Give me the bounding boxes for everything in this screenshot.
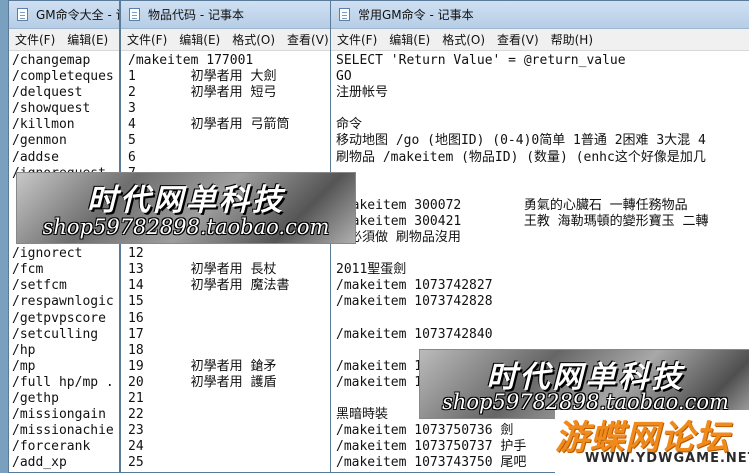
site-logo-url: WWW.YDWGAME.NET (585, 451, 749, 466)
text-line: /changemap (12, 53, 91, 68)
text-line: 21 (128, 390, 144, 406)
text-line: 24 (128, 439, 144, 455)
menu-view[interactable]: 查看(V) (281, 31, 335, 48)
text-line: 2 初學者用 短弓 (128, 85, 277, 101)
text-line: 17 (128, 326, 144, 342)
text-line (336, 166, 749, 182)
text-area[interactable]: /changemap/completeques/delquest/showque… (9, 51, 119, 472)
text-line: /getpvpscore (12, 310, 106, 326)
text-line: 2011聖蛋劍 (336, 262, 407, 278)
title-bar[interactable]: 物品代码 - 记事本 (121, 1, 337, 29)
notepad-icon (127, 7, 143, 23)
menu-edit[interactable]: 编辑(E) (383, 31, 436, 48)
text-line (336, 101, 749, 117)
menu-bar: 文件(F) 编辑(E) (9, 29, 119, 51)
text-line: /missionachie (12, 423, 114, 439)
title-bar[interactable]: 常用GM命令 - 记事本 (331, 1, 749, 29)
text-line: /makeitem 1073742840 (336, 326, 493, 342)
text-line: /showquest (12, 101, 91, 117)
watermark-title: 时代网单科技 (87, 183, 285, 218)
menu-file[interactable]: 文件(F) (121, 31, 173, 48)
watermark-shop: shop59782898.taobao.com (42, 215, 330, 239)
text-line: /gethp (12, 390, 59, 406)
text-line: /mp (12, 358, 36, 374)
watermark-banner: 时代网单科技 shop59782898.taobao.com (419, 349, 749, 419)
text-line: /delquest (12, 85, 83, 101)
text-line: 6 (128, 149, 136, 165)
text-line: /full hp/mp . (12, 374, 114, 390)
text-line: /completeques (12, 69, 114, 85)
text-line: /makeitem 1073742828 (336, 294, 493, 310)
text-line: 16 (128, 310, 144, 326)
text-line: /makeitem 300072 勇氣的心臟石 一轉任務物品 (336, 197, 688, 213)
text-line: 25 (128, 455, 144, 471)
text-line: 14 初學者用 魔法書 (128, 278, 290, 294)
menu-bar: 文件(F) 编辑(E) 格式(O) 查看(V) (121, 29, 337, 51)
text-line: 轉必須做 刷物品沒用 (336, 230, 461, 246)
text-line: /respawnlogic (12, 294, 114, 310)
text-line: GO (336, 69, 352, 85)
text-line: SELECT 'Return Value' = @return_value (336, 53, 626, 68)
menu-help[interactable]: 帮助(H) (545, 31, 599, 48)
text-line: /makeitem 177001 (128, 53, 254, 68)
watermark-banner: 时代网单科技 shop59782898.taobao.com (16, 172, 356, 244)
text-line: 15 (128, 294, 144, 310)
menu-edit[interactable]: 编辑(E) (173, 31, 226, 48)
text-line: 5 (128, 133, 136, 149)
window-title: 物品代码 - 记事本 (148, 8, 244, 22)
text-line (336, 311, 749, 327)
text-line: /hp (12, 342, 36, 358)
notepad-icon (15, 7, 31, 23)
text-line: /missiongain (12, 407, 106, 423)
menu-format[interactable]: 格式(O) (436, 31, 491, 48)
text-line: 22 (128, 407, 144, 423)
notepad-icon (337, 7, 353, 23)
text-line (336, 246, 749, 262)
text-line: /killmon (12, 117, 75, 133)
window-title: 常用GM命令 - 记事本 (358, 8, 474, 22)
text-line: 13 初學者用 長杖 (128, 262, 277, 278)
text-line: 命令 (336, 117, 363, 133)
menu-view[interactable]: 查看(V) (491, 31, 545, 48)
menu-file[interactable]: 文件(F) (9, 31, 61, 48)
menu-edit[interactable]: 编辑(E) (61, 31, 114, 48)
text-line: 刷物品 /makeitem (物品ID) (数量) (enhc这个好像是加几 (336, 149, 706, 165)
text-line: 12 (128, 246, 144, 262)
title-bar[interactable]: GM命令大全 - 记 (9, 1, 119, 29)
menu-format[interactable]: 格式(O) (226, 31, 281, 48)
text-line: 23 (128, 423, 144, 439)
site-logo: 游蝶网论坛 WWW.YDWGAME.NET (555, 410, 749, 473)
menu-file[interactable]: 文件(F) (331, 31, 383, 48)
window-title: GM命令大全 - 记 (36, 8, 120, 22)
text-line: /setculling (12, 326, 99, 342)
text-line: 3 (128, 101, 136, 117)
text-line: /forcerank (12, 439, 91, 455)
text-line: /makeitem 300421 王教 海勒瑪頓的變形寶玉 二轉 (336, 213, 709, 229)
text-line: /addse (12, 149, 59, 165)
menu-bar: 文件(F) 编辑(E) 格式(O) 查看(V) 帮助(H) (331, 29, 749, 51)
text-line: 1 初學者用 大劍 (128, 69, 277, 85)
text-line: /ignorect (12, 246, 83, 262)
text-line: 19 初學者用 鎗矛 (128, 358, 277, 374)
text-line: 20 初學者用 護盾 (128, 374, 277, 390)
text-line: 18 (128, 342, 144, 358)
text-line: /fcm (12, 262, 44, 278)
text-area[interactable]: /makeitem 177001 1 初學者用 大劍 2 初學者用 短弓 3 4 初學者… (121, 51, 337, 472)
text-line: 4 初學者用 弓箭筒 (128, 117, 290, 133)
text-line: /setfcm (12, 278, 67, 294)
text-line: /genmon (12, 133, 67, 149)
text-line: 移动地图 /go (地图ID) (0-4)0简单 1普通 2困难 3大混 4 (336, 133, 706, 149)
text-line: /makeitem 1073742827 (336, 278, 493, 294)
text-line: 注册帐号 (336, 85, 389, 101)
text-line: /add_xp (12, 455, 67, 471)
text-line (336, 182, 749, 198)
